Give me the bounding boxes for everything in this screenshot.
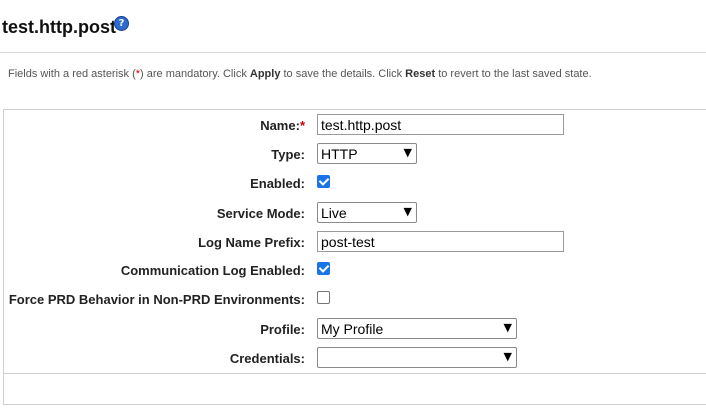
comm-log-enabled-row: Communication Log Enabled: xyxy=(0,259,706,283)
header-divider xyxy=(0,52,706,53)
form-footer-divider xyxy=(3,373,706,374)
name-label: Name:* xyxy=(260,118,305,133)
instructions-part: to revert to the last saved state. xyxy=(435,68,592,80)
name-label-text: Name: xyxy=(260,118,300,133)
force-prd-label: Force PRD Behavior in Non-PRD Environmen… xyxy=(8,292,305,307)
instructions-part: Fields with a red asterisk ( xyxy=(8,68,136,80)
force-prd-row: Force PRD Behavior in Non-PRD Environmen… xyxy=(0,288,706,312)
name-input[interactable] xyxy=(317,114,564,135)
service-mode-select-value: Live xyxy=(321,205,347,221)
page-title: test.http.post xyxy=(2,17,116,37)
comm-log-enabled-label: Communication Log Enabled: xyxy=(120,263,305,278)
apply-keyword: Apply xyxy=(249,68,281,80)
profile-row: Profile: My Profile ▼ xyxy=(0,318,706,342)
enabled-row: Enabled: xyxy=(0,172,706,196)
profile-label: Profile: xyxy=(260,322,305,337)
chevron-down-icon: ▼ xyxy=(503,321,512,334)
chevron-down-icon: ▼ xyxy=(403,205,412,218)
required-asterisk: * xyxy=(299,118,305,133)
type-label: Type: xyxy=(271,147,305,162)
force-prd-checkbox[interactable] xyxy=(317,291,330,304)
service-mode-row: Service Mode: Live ▼ xyxy=(0,202,706,226)
chevron-down-icon: ▼ xyxy=(403,146,412,159)
instructions-part: ) are mandatory. Click xyxy=(140,68,250,80)
type-select-value: HTTP xyxy=(321,146,358,162)
reset-keyword: Reset xyxy=(405,68,436,80)
credentials-row: Credentials: ▼ xyxy=(0,347,706,371)
credentials-label: Credentials: xyxy=(229,351,305,366)
profile-select-value: My Profile xyxy=(321,321,384,337)
comm-log-enabled-checkbox[interactable] xyxy=(317,262,330,275)
log-name-prefix-row: Log Name Prefix: xyxy=(0,231,706,255)
type-select[interactable]: HTTP ▼ xyxy=(317,143,417,164)
name-row: Name:* xyxy=(0,114,706,138)
instructions-text: Fields with a red asterisk (*) are manda… xyxy=(8,68,592,80)
profile-select[interactable]: My Profile ▼ xyxy=(317,318,517,339)
credentials-select[interactable]: ▼ xyxy=(317,347,517,368)
log-name-prefix-label: Log Name Prefix: xyxy=(198,235,305,250)
chevron-down-icon: ▼ xyxy=(503,350,512,363)
enabled-checkbox[interactable] xyxy=(317,175,330,188)
instructions-part: to save the details. Click xyxy=(280,68,406,80)
service-mode-select[interactable]: Live ▼ xyxy=(317,202,417,223)
help-icon[interactable]: ? xyxy=(114,16,129,31)
service-mode-label: Service Mode: xyxy=(216,206,305,221)
enabled-label: Enabled: xyxy=(250,176,305,191)
log-name-prefix-input[interactable] xyxy=(317,231,564,252)
type-row: Type: HTTP ▼ xyxy=(0,143,706,167)
